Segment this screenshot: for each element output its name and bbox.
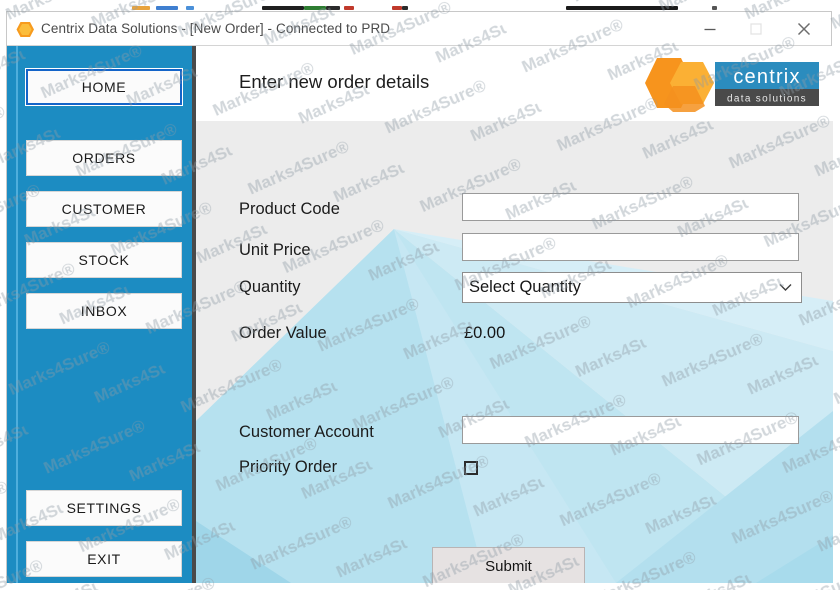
submit-button-label: Submit	[485, 557, 532, 575]
page-title: Enter new order details	[239, 71, 430, 92]
sidebar-item-label: ORDERS	[72, 150, 136, 166]
sidebar-item-inbox[interactable]: INBOX	[26, 293, 182, 329]
sliver-mark	[392, 6, 402, 10]
logo-tagline-text: data solutions	[727, 94, 807, 105]
form-canvas: Product Code Unit Price Quantity Select …	[196, 121, 833, 583]
order-value-label: Order Value	[239, 324, 327, 342]
screenshot-root: Centrix Data Solutions - [New Order] - C…	[0, 0, 840, 590]
sliver-mark	[262, 6, 304, 10]
sidebar-item-home[interactable]: HOME	[25, 68, 183, 106]
title-bar: Centrix Data Solutions - [New Order] - C…	[7, 12, 831, 46]
sliver-mark	[402, 6, 408, 10]
customer-account-label: Customer Account	[239, 423, 374, 441]
sliver-mark	[186, 6, 194, 10]
top-edge-sliver	[0, 0, 840, 11]
product-code-label: Product Code	[239, 200, 340, 218]
hexagon-orange-icon	[16, 20, 35, 39]
sliver-mark	[132, 6, 150, 10]
logo-name-text: centrix	[733, 66, 800, 88]
sidebar-navigation: HOME ORDERS CUSTOMER STOCK INBOX SETTING…	[7, 46, 196, 583]
sidebar-item-settings[interactable]: SETTINGS	[26, 490, 182, 526]
order-form: Product Code Unit Price Quantity Select …	[196, 121, 833, 583]
sidebar-item-label: INBOX	[80, 303, 128, 319]
submit-button[interactable]: Submit	[432, 547, 585, 583]
sliver-mark	[304, 6, 326, 10]
sidebar-item-customer[interactable]: CUSTOMER	[26, 191, 182, 227]
priority-order-checkbox[interactable]	[464, 461, 478, 475]
sidebar-item-label: EXIT	[87, 551, 121, 567]
sliver-mark	[566, 6, 678, 10]
maximize-button[interactable]	[733, 12, 779, 45]
sliver-mark	[344, 6, 354, 10]
unit-price-input[interactable]	[462, 233, 799, 261]
main-content: Enter new order details centrix data sol…	[196, 46, 833, 583]
quantity-label: Quantity	[239, 278, 301, 296]
quantity-select[interactable]: Select Quantity	[462, 272, 802, 303]
priority-order-label: Priority Order	[239, 458, 338, 476]
chevron-down-icon	[779, 283, 801, 292]
sliver-mark	[712, 6, 717, 10]
quantity-select-value: Select Quantity	[469, 278, 581, 296]
sidebar-item-label: CUSTOMER	[61, 201, 147, 217]
sidebar-item-label: HOME	[81, 79, 127, 95]
content-header: Enter new order details centrix data sol…	[196, 46, 833, 121]
unit-price-label: Unit Price	[239, 241, 311, 259]
order-value-amount: £0.00	[464, 324, 506, 342]
sidebar-item-label: STOCK	[78, 252, 130, 268]
product-code-input[interactable]	[462, 193, 799, 221]
window-title: Centrix Data Solutions - [New Order] - C…	[41, 21, 391, 36]
sliver-mark	[156, 6, 178, 10]
customer-account-input[interactable]	[462, 416, 799, 444]
sidebar-item-exit[interactable]: EXIT	[26, 541, 182, 577]
centrix-logo: centrix data solutions	[643, 56, 821, 112]
sidebar-item-stock[interactable]: STOCK	[26, 242, 182, 278]
sliver-mark	[326, 6, 340, 10]
application-window: Centrix Data Solutions - [New Order] - C…	[6, 11, 833, 583]
close-button[interactable]	[781, 12, 827, 45]
sidebar-item-orders[interactable]: ORDERS	[26, 140, 182, 176]
minimize-button[interactable]	[687, 12, 733, 45]
sidebar-item-label: SETTINGS	[66, 500, 142, 516]
